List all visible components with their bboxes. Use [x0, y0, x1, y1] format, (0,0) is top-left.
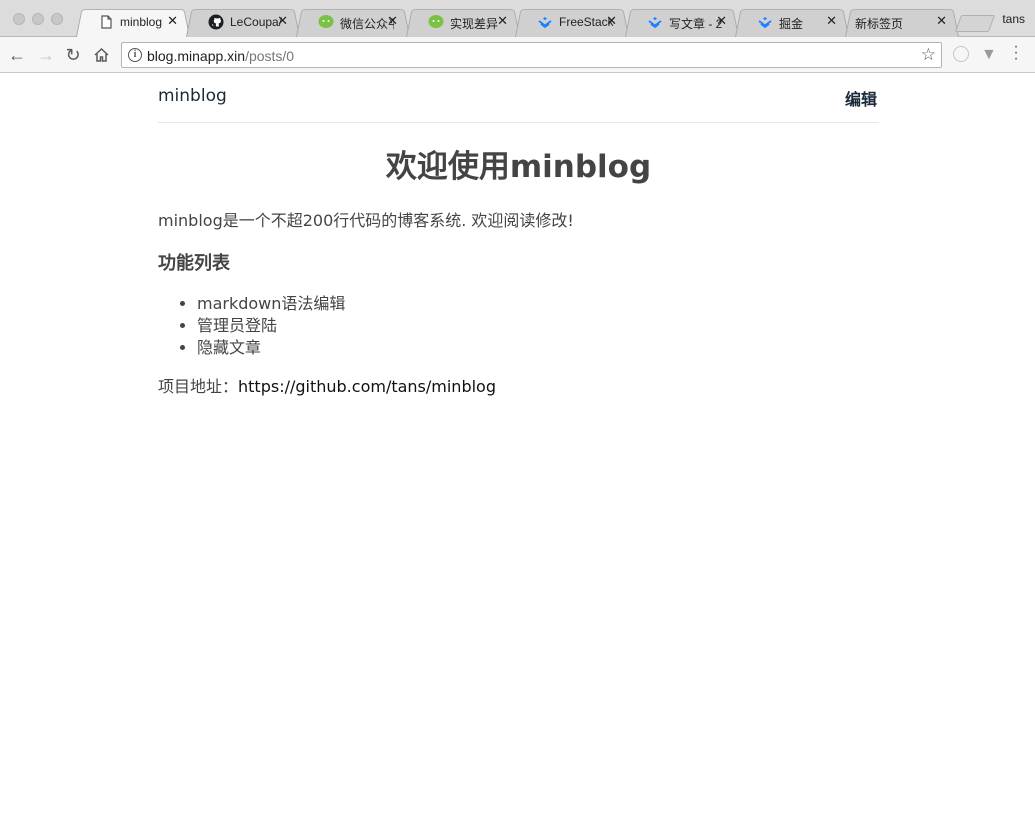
browser-toolbar: ← → ↻ i blog.minapp.xin/posts/0 ☆: [0, 37, 1035, 73]
features-heading: 功能列表: [158, 253, 230, 274]
tab-lecoupa[interactable]: LeCoupa/ ✕: [186, 6, 300, 37]
tab-title: 掘金: [779, 17, 804, 31]
tab-title: 微信公众平: [340, 17, 394, 31]
list-item: 管理员登陆: [197, 315, 879, 337]
tab-juejin[interactable]: 掘金 ✕: [735, 6, 849, 37]
list-item: markdown语法编辑: [197, 293, 879, 315]
tab-minblog[interactable]: minblog ✕: [76, 6, 190, 37]
tab-close-icon[interactable]: ✕: [716, 14, 727, 28]
github-icon: [208, 14, 224, 30]
profile-name[interactable]: tans: [1002, 12, 1025, 26]
reload-icon[interactable]: ↻: [62, 44, 84, 66]
features-list: markdown语法编辑 管理员登陆 隐藏文章: [197, 293, 879, 359]
tab-title: 新标签页: [855, 17, 904, 31]
tab-title: LeCoupa/: [230, 15, 283, 29]
vue-devtools-icon[interactable]: ▼: [981, 46, 997, 64]
tab-freestack[interactable]: FreeStack ✕: [515, 6, 629, 37]
window-close-button[interactable]: [13, 13, 25, 25]
back-arrow-icon[interactable]: ←: [6, 44, 28, 66]
post-content: 欢迎使用minblog minblog是一个不超200行代码的博客系统. 欢迎阅…: [158, 144, 879, 398]
juejin-icon: [538, 17, 552, 29]
page-icon: [101, 15, 112, 29]
tab-title: minblog: [120, 15, 163, 29]
tab-write-article[interactable]: 写文章 - 2 ✕: [625, 6, 739, 37]
address-bar[interactable]: i blog.minapp.xin/posts/0 ☆: [121, 42, 942, 68]
tab-title: 实现差异: [450, 17, 499, 31]
site-brand-link[interactable]: minblog: [158, 86, 227, 106]
url-text[interactable]: blog.minapp.xin/posts/0: [147, 48, 294, 64]
wechat-icon: [318, 15, 334, 28]
forward-arrow-icon[interactable]: →: [35, 44, 57, 66]
bookmark-star-icon[interactable]: ☆: [921, 45, 936, 65]
repo-line: 项目地址：https://github.com/tans/minblog: [158, 376, 879, 398]
new-tab-button[interactable]: [954, 15, 996, 32]
tab-title: 写文章 - 2: [669, 17, 723, 31]
tab-close-icon[interactable]: ✕: [826, 14, 837, 28]
tab-close-icon[interactable]: ✕: [606, 14, 617, 28]
home-icon[interactable]: [93, 47, 110, 63]
list-item: 隐藏文章: [197, 337, 879, 359]
repo-label: 项目地址：: [158, 377, 239, 396]
tab-close-icon[interactable]: ✕: [936, 14, 947, 28]
tab-close-icon[interactable]: ✕: [387, 14, 398, 28]
window-zoom-button[interactable]: [51, 13, 63, 25]
post-intro: minblog是一个不超200行代码的博客系统. 欢迎阅读修改!: [158, 211, 574, 230]
page-viewport: minblog 编辑 欢迎使用minblog minblog是一个不超200行代…: [0, 74, 1035, 839]
window-minimize-button[interactable]: [32, 13, 44, 25]
site-navbar: minblog 编辑: [158, 74, 879, 123]
tab-close-icon[interactable]: ✕: [497, 14, 508, 28]
juejin-icon: [648, 17, 662, 29]
menu-kebab-icon[interactable]: · · ·: [1011, 39, 1021, 67]
info-icon[interactable]: i: [128, 48, 142, 62]
tab-new-tab-page[interactable]: 新标签页 ✕: [845, 6, 959, 37]
tab-title: FreeStack: [559, 15, 613, 29]
tab-wechat-mp[interactable]: 微信公众平 ✕: [296, 6, 410, 37]
tab-close-icon[interactable]: ✕: [167, 14, 178, 28]
post-title: 欢迎使用minblog: [385, 149, 652, 185]
extension-icon[interactable]: [953, 46, 969, 62]
repo-link[interactable]: https://github.com/tans/minblog: [238, 377, 496, 396]
wechat-icon: [428, 15, 444, 28]
tab-strip: minblog ✕ LeCoupa/ ✕ 微信公众平 ✕ 实现差异 ✕ Free…: [0, 0, 1035, 37]
juejin-icon: [758, 17, 772, 29]
tab-close-icon[interactable]: ✕: [277, 14, 288, 28]
tab-wechat-diff[interactable]: 实现差异 ✕: [406, 6, 520, 37]
edit-link[interactable]: 编辑: [845, 86, 877, 110]
